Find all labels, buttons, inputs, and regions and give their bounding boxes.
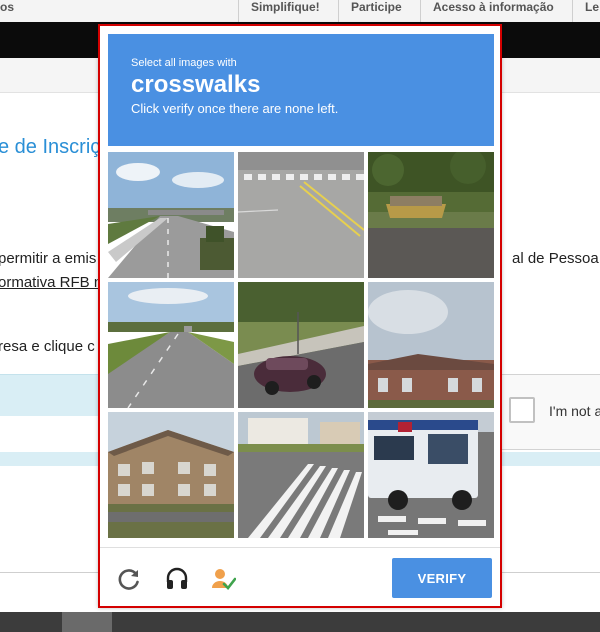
top-navigation-bar: os Simplifique! Participe Acesso à infor… — [0, 0, 600, 23]
instruction-subtext: Click verify once there are none left. — [131, 101, 339, 116]
highway-with-overpass-image — [108, 152, 234, 278]
paragraph-line-3: resa e clique c — [0, 338, 95, 355]
car-on-street-corner-image — [238, 282, 364, 408]
dumpster-by-road-image — [368, 152, 494, 278]
captcha-keyword: crosswalks — [131, 71, 261, 98]
captcha-instructions: Select all images with crosswalks Click … — [108, 34, 494, 146]
rfb-link[interactable]: ormativa RFB n — [0, 274, 102, 291]
page-title: e de Inscriç — [0, 136, 101, 158]
recaptcha-label: I'm not a — [549, 403, 600, 419]
captcha-tile-9[interactable] — [368, 412, 494, 538]
nav-item-legislacao[interactable]: Le — [572, 0, 600, 22]
captcha-tile-2[interactable] — [238, 152, 364, 278]
road-intersection-markings-image — [238, 152, 364, 278]
captcha-tile-8[interactable] — [238, 412, 364, 538]
verify-button[interactable]: VERIFY — [392, 558, 492, 598]
nav-item-simplifique[interactable]: Simplifique! — [238, 0, 338, 22]
paragraph-line-1-right: al de Pessoa J — [512, 250, 600, 267]
captcha-tile-1[interactable] — [108, 152, 234, 278]
nav-item-partial[interactable]: os — [0, 0, 238, 22]
captcha-tile-3[interactable] — [368, 152, 494, 278]
captcha-tile-7[interactable] — [108, 412, 234, 538]
captcha-tile-5[interactable] — [238, 282, 364, 408]
taskbar-segment — [62, 612, 112, 632]
paragraph-line-1: permitir a emis — [0, 250, 97, 267]
nav-item-acesso-informacao[interactable]: Acesso à informação — [420, 0, 572, 22]
captcha-tile-6[interactable] — [368, 282, 494, 408]
apartment-buildings-image — [108, 412, 234, 538]
building-under-cloudy-sky-image — [368, 282, 494, 408]
info-person-check-icon[interactable] — [210, 566, 237, 592]
nav-item-participe[interactable]: Participe — [338, 0, 420, 22]
audio-headphones-icon[interactable] — [164, 566, 190, 592]
captcha-tile-4[interactable] — [108, 282, 234, 408]
recaptcha-checkbox[interactable] — [509, 397, 535, 423]
recaptcha-widget: I'm not a — [496, 374, 600, 450]
captcha-dialog: Select all images with crosswalks Click … — [98, 24, 502, 608]
city-bus-at-crosswalk-image — [368, 412, 494, 538]
instruction-text: Select all images with — [131, 57, 237, 69]
crosswalk-on-street-image — [238, 412, 364, 538]
captcha-image-grid — [108, 152, 495, 539]
rural-road-image — [108, 282, 234, 408]
reload-icon[interactable] — [116, 566, 142, 592]
captcha-footer: VERIFY — [100, 547, 500, 607]
taskbar — [0, 612, 600, 632]
